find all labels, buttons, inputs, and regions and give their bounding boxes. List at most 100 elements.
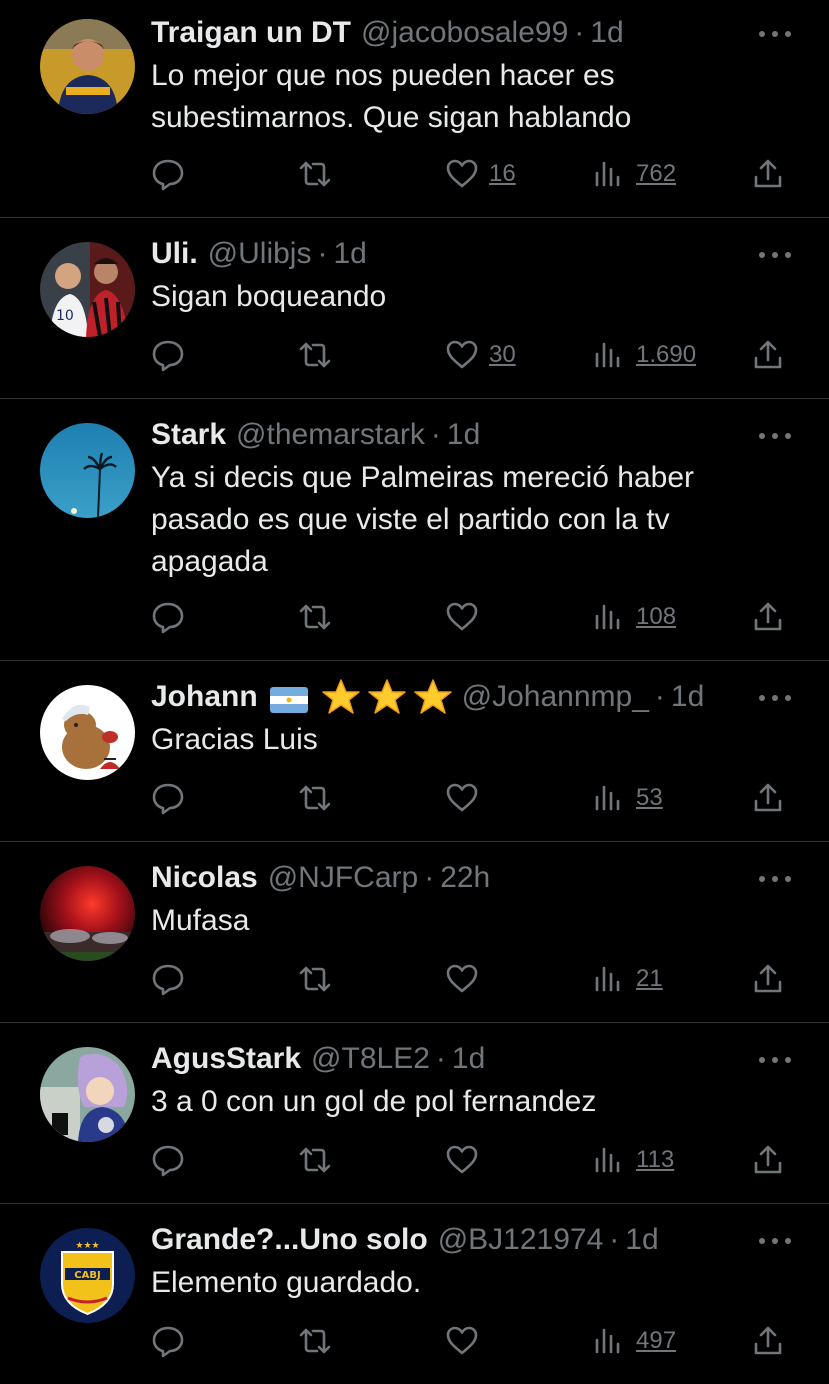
views-icon: [592, 338, 626, 372]
retweet-button[interactable]: [298, 335, 332, 375]
timestamp[interactable]: 1d: [590, 13, 623, 53]
more-icon[interactable]: [757, 1053, 793, 1065]
avatar[interactable]: [40, 866, 135, 961]
timestamp[interactable]: 1d: [671, 677, 704, 717]
retweet-button[interactable]: [298, 959, 332, 999]
like-button[interactable]: 30: [445, 335, 516, 375]
share-button[interactable]: [751, 778, 785, 818]
more-icon[interactable]: [757, 27, 793, 39]
views-button[interactable]: 21: [592, 959, 663, 999]
view-count[interactable]: 113: [636, 1146, 674, 1174]
user-handle[interactable]: @Johannmp_: [462, 677, 649, 717]
retweet-button[interactable]: [298, 778, 332, 818]
avatar[interactable]: [40, 19, 135, 114]
like-count[interactable]: 16: [489, 160, 516, 188]
more-icon[interactable]: [757, 691, 793, 703]
tweet-card[interactable]: Stark @themarstark · 1d Ya si decis que …: [0, 399, 829, 661]
reply-button[interactable]: [151, 597, 185, 637]
reply-icon: [151, 600, 185, 634]
more-icon[interactable]: [757, 429, 793, 441]
avatar[interactable]: CABJ ★★★: [40, 1228, 135, 1323]
heart-icon: [445, 157, 479, 191]
more-icon[interactable]: [757, 872, 793, 884]
avatar[interactable]: [40, 685, 135, 780]
tweet-card[interactable]: AgusStark @T8LE2 · 1d 3 a 0 con un gol d…: [0, 1023, 829, 1204]
retweet-button[interactable]: [298, 597, 332, 637]
view-count[interactable]: 762: [636, 160, 676, 188]
timestamp[interactable]: 1d: [447, 415, 480, 455]
share-button[interactable]: [751, 959, 785, 999]
svg-text:★★★: ★★★: [75, 1241, 99, 1251]
tweet-card[interactable]: 10 Uli. @Ulibjs · 1d Sigan boqueando 30 …: [0, 218, 829, 399]
user-handle[interactable]: @Ulibjs: [208, 234, 312, 274]
display-name[interactable]: AgusStark: [151, 1039, 301, 1079]
timestamp[interactable]: 1d: [625, 1220, 658, 1260]
reply-button[interactable]: [151, 154, 185, 194]
reply-button[interactable]: [151, 778, 185, 818]
views-icon: [592, 962, 626, 996]
like-button[interactable]: [445, 597, 489, 637]
share-button[interactable]: [751, 154, 785, 194]
display-name[interactable]: Stark: [151, 415, 226, 455]
like-button[interactable]: 16: [445, 154, 516, 194]
reply-button[interactable]: [151, 959, 185, 999]
like-button[interactable]: [445, 778, 489, 818]
heart-icon: [445, 338, 479, 372]
display-name[interactable]: Johann: [151, 677, 258, 717]
tweet-card[interactable]: Traigan un DT @jacobosale99 · 1d Lo mejo…: [0, 0, 829, 218]
separator-dot: ·: [424, 861, 435, 894]
user-handle[interactable]: @T8LE2: [311, 1039, 430, 1079]
timestamp[interactable]: 1d: [333, 234, 366, 274]
like-count[interactable]: 30: [489, 341, 516, 369]
avatar[interactable]: [40, 1047, 135, 1142]
tweet-card[interactable]: Johann @Johannmp_ · 1d Gracias Luis 53: [0, 661, 829, 842]
share-button[interactable]: [751, 1140, 785, 1180]
display-name[interactable]: Traigan un DT: [151, 13, 351, 53]
views-button[interactable]: 53: [592, 778, 663, 818]
share-button[interactable]: [751, 1321, 785, 1361]
tweet-card[interactable]: Nicolas @NJFCarp · 22h Mufasa 21: [0, 842, 829, 1023]
retweet-button[interactable]: [298, 1321, 332, 1361]
reply-button[interactable]: [151, 1321, 185, 1361]
user-handle[interactable]: @themarstark: [236, 415, 425, 455]
views-button[interactable]: 762: [592, 154, 676, 194]
like-button[interactable]: [445, 1140, 489, 1180]
retweet-button[interactable]: [298, 1140, 332, 1180]
timestamp[interactable]: 1d: [452, 1039, 485, 1079]
user-handle[interactable]: @jacobosale99: [361, 13, 568, 53]
view-count[interactable]: 497: [636, 1327, 676, 1355]
like-button[interactable]: [445, 1321, 489, 1361]
like-button[interactable]: [445, 959, 489, 999]
action-bar: 53: [0, 778, 829, 818]
view-count[interactable]: 108: [636, 603, 676, 631]
share-button[interactable]: [751, 335, 785, 375]
view-count[interactable]: 53: [636, 784, 663, 812]
retweet-button[interactable]: [298, 154, 332, 194]
action-bar: 30 1.690: [0, 335, 829, 375]
action-bar: 497: [0, 1321, 829, 1361]
avatar[interactable]: 10: [40, 242, 135, 337]
separator-dot: ·: [574, 16, 585, 49]
views-button[interactable]: 1.690: [592, 335, 696, 375]
view-count[interactable]: 21: [636, 965, 663, 993]
tweet-card[interactable]: CABJ ★★★ Grande?...Uno solo @BJ121974 · …: [0, 1204, 829, 1384]
reply-button[interactable]: [151, 1140, 185, 1180]
star-icon: [413, 678, 452, 716]
reply-button[interactable]: [151, 335, 185, 375]
views-button[interactable]: 113: [592, 1140, 674, 1180]
display-name[interactable]: Uli.: [151, 234, 198, 274]
user-handle[interactable]: @NJFCarp: [268, 858, 418, 898]
display-name[interactable]: Nicolas: [151, 858, 258, 898]
views-icon: [592, 1324, 626, 1358]
display-name[interactable]: Grande?...Uno solo: [151, 1220, 428, 1260]
separator-dot: ·: [654, 680, 665, 713]
more-icon[interactable]: [757, 248, 793, 260]
timestamp[interactable]: 22h: [440, 858, 490, 898]
user-handle[interactable]: @BJ121974: [438, 1220, 604, 1260]
views-button[interactable]: 108: [592, 597, 676, 637]
more-icon[interactable]: [757, 1234, 793, 1246]
views-button[interactable]: 497: [592, 1321, 676, 1361]
view-count[interactable]: 1.690: [636, 341, 696, 369]
share-button[interactable]: [751, 597, 785, 637]
avatar[interactable]: [40, 423, 135, 518]
